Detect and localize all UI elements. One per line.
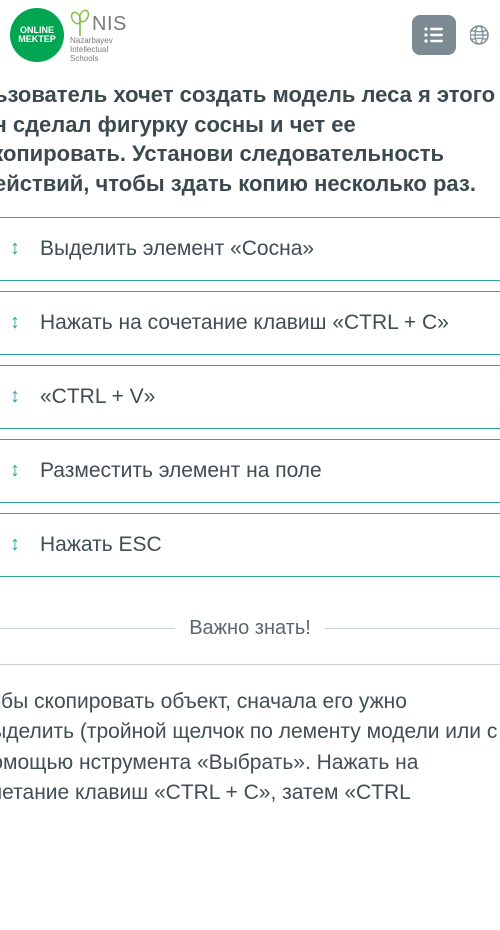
option-row[interactable]: ↕ «CTRL + V» [0,365,500,429]
drag-handle-icon[interactable]: ↕ [0,533,28,556]
header: ONLINE MEKTEP NIS Nazarbayev Intellectua… [0,0,500,70]
divider-line [0,628,175,629]
divider-label: Важно знать! [189,617,311,640]
online-mektep-logo[interactable]: ONLINE MEKTEP [10,8,64,62]
header-left: ONLINE MEKTEP NIS Nazarbayev Intellectua… [10,8,127,63]
language-globe-button[interactable] [470,13,490,57]
option-text: «CTRL + V» [28,369,500,424]
drag-handle-icon[interactable]: ↕ [0,237,28,260]
nis-label: NIS [92,13,127,36]
drag-handle-icon[interactable]: ↕ [0,311,28,334]
drag-handle-icon[interactable]: ↕ [0,459,28,482]
nis-logo[interactable]: NIS Nazarbayev Intellectual Schools [70,8,127,63]
list-icon [423,26,445,44]
option-text: Нажать ESC [28,517,500,572]
menu-list-button[interactable] [412,15,456,55]
option-row[interactable]: ↕ Нажать на сочетание клавиш «CTRL + C» [0,291,500,355]
option-text: Выделить элемент «Сосна» [28,221,500,276]
option-row[interactable]: ↕ Разместить элемент на поле [0,439,500,503]
nis-sub2: Intellectual [70,46,108,54]
header-right [412,13,490,57]
nis-sub3: Schools [70,55,98,63]
option-row[interactable]: ↕ Выделить элемент «Сосна» [0,217,500,281]
content: льзователь хочет создать модель леса я э… [0,70,500,809]
nis-sub1: Nazarbayev [70,37,113,45]
divider-line [325,628,500,629]
options-list: ↕ Выделить элемент «Сосна» ↕ Нажать на с… [0,217,500,587]
option-text: Разместить элемент на поле [28,443,500,498]
question-text: льзователь хочет создать модель леса я э… [0,70,500,217]
option-text: Нажать на сочетание клавиш «CTRL + C» [28,295,500,350]
option-row[interactable]: ↕ Нажать ESC [0,513,500,577]
logo-text-line2: MEKTEP [18,35,56,44]
drag-handle-icon[interactable]: ↕ [0,385,28,408]
nis-plant-icon [70,8,90,36]
info-divider: Важно знать! [0,617,500,640]
globe-icon [470,13,490,57]
info-text: тобы скопировать объект, сначала его ужн… [0,664,500,809]
